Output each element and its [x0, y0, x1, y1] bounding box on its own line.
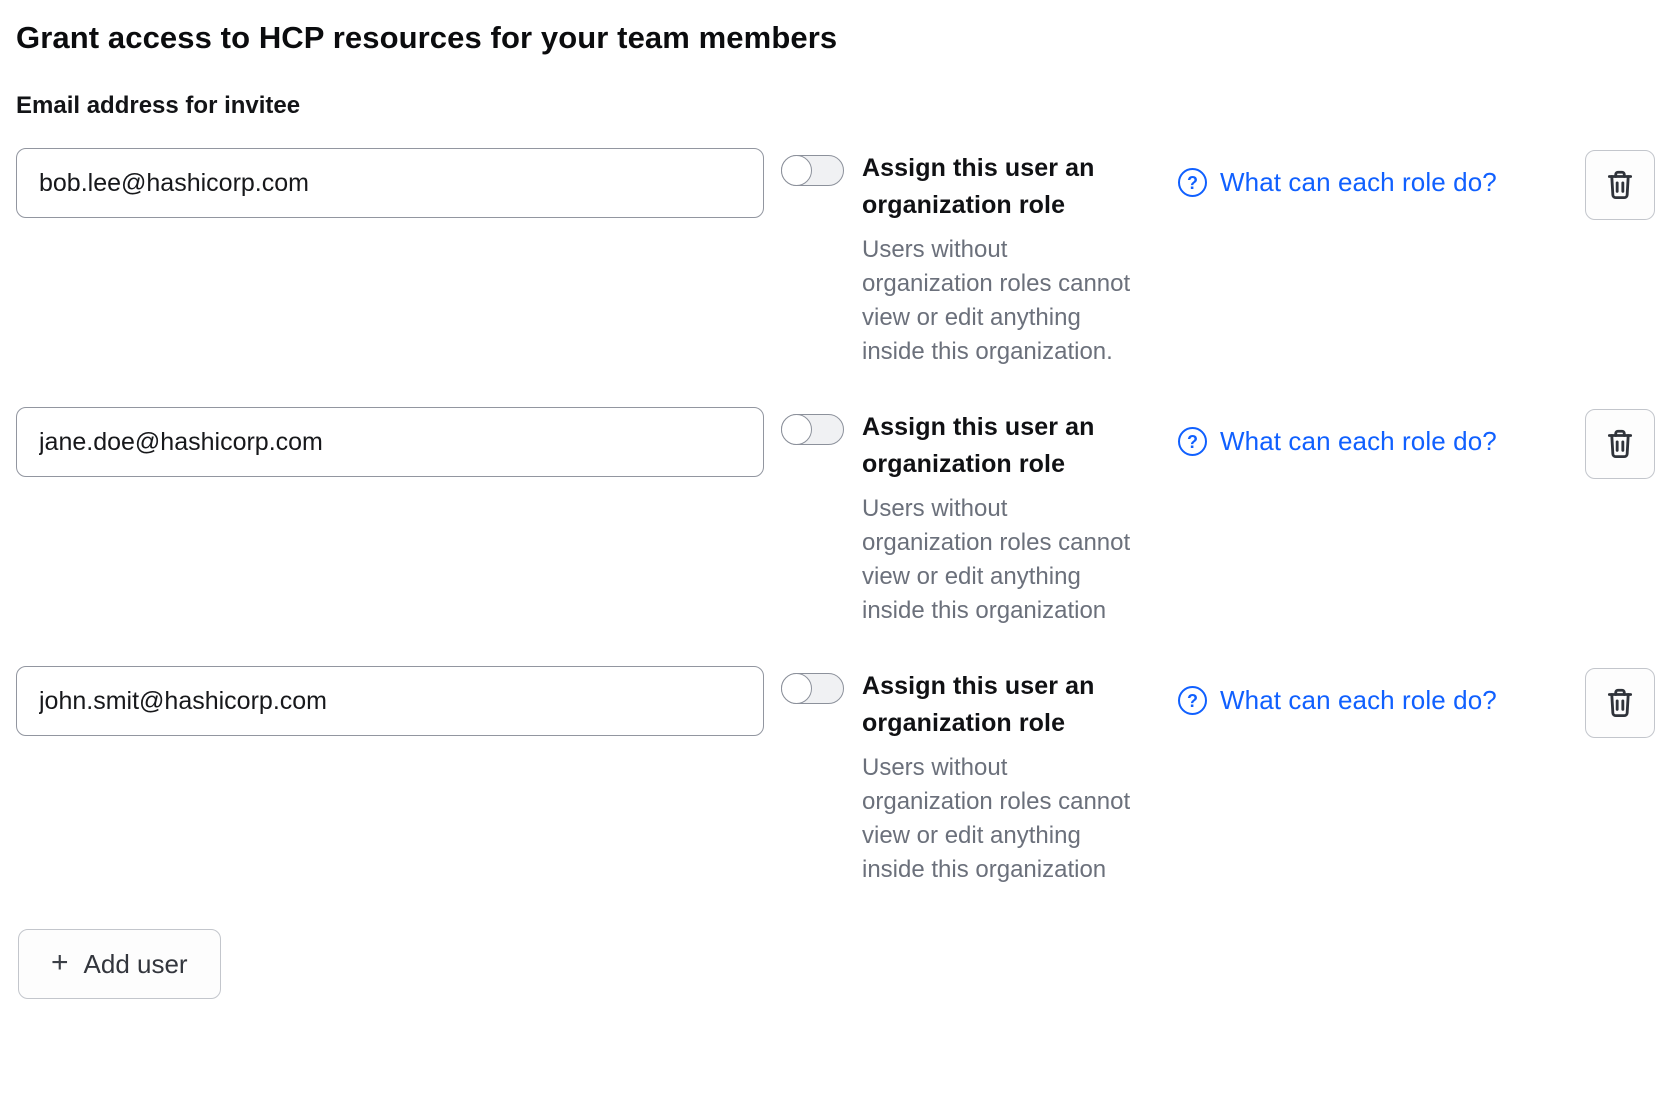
role-help-link[interactable]: ? What can each role do?: [1178, 685, 1497, 716]
delete-row-button[interactable]: [1585, 409, 1655, 479]
role-title: Assign this user an organization role: [862, 409, 1134, 483]
trash-icon: [1603, 427, 1637, 461]
role-title: Assign this user an organization role: [862, 668, 1134, 742]
trash-icon: [1603, 686, 1637, 720]
role-block: Assign this user an organization role Us…: [862, 666, 1134, 887]
help-link-label: What can each role do?: [1220, 167, 1497, 198]
help-circle-icon: ?: [1178, 427, 1207, 456]
email-input[interactable]: [16, 666, 764, 736]
email-address-label: Email address for invitee: [16, 92, 1655, 120]
help-link-label: What can each role do?: [1220, 426, 1497, 457]
invite-row: Assign this user an organization role Us…: [16, 666, 1655, 887]
role-help-link[interactable]: ? What can each role do?: [1178, 426, 1497, 457]
toggle-knob: [781, 155, 812, 186]
plus-icon: +: [51, 948, 69, 978]
help-link-label: What can each role do?: [1220, 685, 1497, 716]
org-role-toggle[interactable]: [781, 155, 844, 186]
page-title: Grant access to HCP resources for your t…: [16, 20, 1655, 56]
invite-row: Assign this user an organization role Us…: [16, 148, 1655, 369]
email-input[interactable]: [16, 407, 764, 477]
role-help-link[interactable]: ? What can each role do?: [1178, 167, 1497, 198]
email-input[interactable]: [16, 148, 764, 218]
toggle-knob: [781, 673, 812, 704]
org-role-toggle[interactable]: [781, 673, 844, 704]
add-user-button[interactable]: + Add user: [18, 929, 221, 999]
role-block: Assign this user an organization role Us…: [862, 148, 1134, 369]
delete-row-button[interactable]: [1585, 150, 1655, 220]
role-description: Users without organization roles cannot …: [862, 751, 1134, 887]
trash-icon: [1603, 168, 1637, 202]
role-title: Assign this user an organization role: [862, 150, 1134, 224]
role-block: Assign this user an organization role Us…: [862, 407, 1134, 628]
delete-row-button[interactable]: [1585, 668, 1655, 738]
role-description: Users without organization roles cannot …: [862, 233, 1134, 369]
invite-users-form: Grant access to HCP resources for your t…: [0, 0, 1672, 999]
role-description: Users without organization roles cannot …: [862, 492, 1134, 628]
help-circle-icon: ?: [1178, 686, 1207, 715]
org-role-toggle[interactable]: [781, 414, 844, 445]
invite-row: Assign this user an organization role Us…: [16, 407, 1655, 628]
help-circle-icon: ?: [1178, 168, 1207, 197]
toggle-knob: [781, 414, 812, 445]
add-user-label: Add user: [84, 949, 188, 980]
